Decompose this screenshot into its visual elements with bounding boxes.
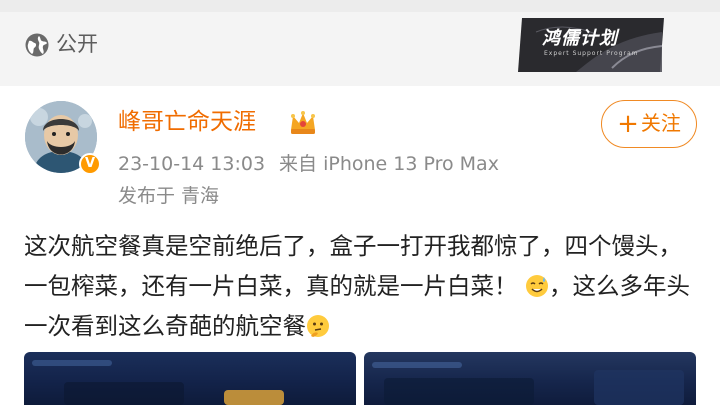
watermark-subtitle: Expert Support Program — [544, 50, 639, 57]
username[interactable]: 峰哥亡命天涯 — [118, 106, 256, 138]
follow-label: 关注 — [640, 111, 681, 135]
verified-badge: V — [79, 153, 101, 175]
thinking-emoji — [307, 315, 329, 337]
top-divider — [0, 0, 720, 12]
post-location: 发布于 青海 — [118, 185, 220, 207]
post-image-1[interactable] — [24, 352, 356, 405]
post-meta: 23-10-14 13:03 来自 iPhone 13 Pro Max — [118, 151, 499, 177]
image-highlight — [224, 390, 284, 405]
globe-icon — [25, 33, 49, 57]
post-image-2[interactable] — [364, 352, 696, 405]
image-highlight — [32, 360, 112, 366]
follow-button[interactable]: + 关注 — [601, 100, 697, 148]
image-highlight — [384, 378, 534, 405]
image-highlight — [372, 362, 462, 368]
crown-icon — [291, 111, 315, 134]
plus-icon: + — [617, 109, 639, 139]
image-highlight — [594, 370, 684, 405]
watermark-title: 鸿儒计划 — [542, 28, 618, 49]
post-timestamp: 23-10-14 13:03 — [118, 153, 266, 175]
sweat-smile-emoji — [525, 275, 548, 297]
post-text: 这次航空餐真是空前绝后了，盒子一打开我都惊了，四个馒头，一包榨菜，还有一片白菜，… — [24, 226, 704, 346]
image-highlight — [64, 382, 184, 405]
post-source: 来自 iPhone 13 Pro Max — [279, 153, 499, 175]
watermark-logo: 鸿儒计划 Expert Support Program — [516, 14, 666, 76]
visibility-label: 公开 — [56, 32, 98, 56]
